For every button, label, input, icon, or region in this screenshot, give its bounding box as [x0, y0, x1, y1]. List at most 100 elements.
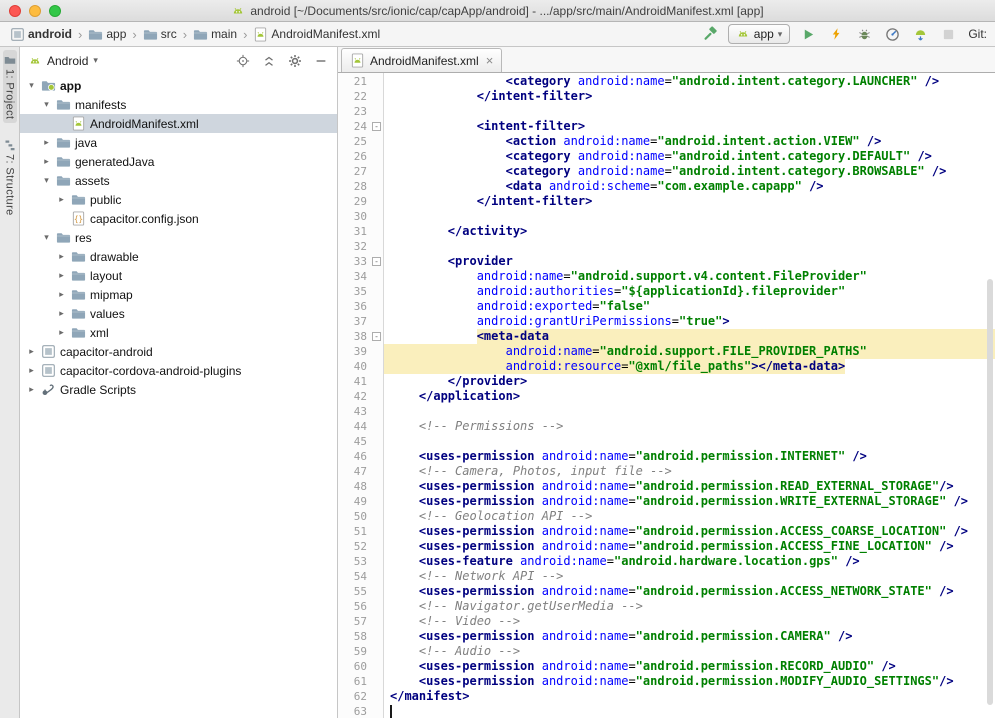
run-button[interactable]	[798, 24, 818, 44]
minimize-window-button[interactable]	[29, 5, 41, 17]
code-line-55[interactable]: <uses-permission android:name="android.p…	[384, 584, 995, 599]
tree-item-public[interactable]: ▸public	[20, 190, 337, 209]
expander-open-icon[interactable]: ▾	[41, 99, 52, 110]
expander-open-icon[interactable]: ▾	[26, 80, 37, 91]
stop-button[interactable]	[938, 24, 958, 44]
project-view-selector[interactable]: Android	[47, 54, 88, 68]
tree-item-res[interactable]: ▾res	[20, 228, 337, 247]
expander-closed-icon[interactable]: ▸	[56, 327, 67, 338]
code-line-58[interactable]: <uses-permission android:name="android.p…	[384, 629, 995, 644]
tree-item-values[interactable]: ▸values	[20, 304, 337, 323]
code-line-25[interactable]: <action android:name="android.intent.act…	[384, 134, 995, 149]
code-line-27[interactable]: <category android:name="android.intent.c…	[384, 164, 995, 179]
code-line-32[interactable]	[384, 239, 995, 254]
scrollbar-thumb[interactable]	[987, 279, 993, 705]
tree-item-mipmap[interactable]: ▸mipmap	[20, 285, 337, 304]
editor-tab-androidmanifest[interactable]: AndroidManifest.xml ×	[341, 48, 502, 72]
expander-closed-icon[interactable]: ▸	[41, 137, 52, 148]
code-line-57[interactable]: <!-- Video -->	[384, 614, 995, 629]
locate-file-button[interactable]	[235, 53, 251, 69]
editor-scrollbar[interactable]	[985, 73, 995, 718]
close-tab-icon[interactable]: ×	[486, 54, 494, 67]
tool-window-button-structure[interactable]: 7: Structure	[3, 135, 17, 220]
breadcrumb-src[interactable]: src	[141, 26, 179, 43]
code-line-30[interactable]	[384, 209, 995, 224]
debug-button[interactable]	[854, 24, 874, 44]
expander-closed-icon[interactable]: ▸	[56, 251, 67, 262]
zoom-window-button[interactable]	[49, 5, 61, 17]
code-line-24[interactable]: <intent-filter>	[384, 119, 995, 134]
code-line-23[interactable]	[384, 104, 995, 119]
code-line-45[interactable]	[384, 434, 995, 449]
code-line-60[interactable]: <uses-permission android:name="android.p…	[384, 659, 995, 674]
tree-item-xml[interactable]: ▸xml	[20, 323, 337, 342]
tree-item-app[interactable]: ▾app	[20, 76, 337, 95]
tree-item-drawable[interactable]: ▸drawable	[20, 247, 337, 266]
code-line-21[interactable]: <category android:name="android.intent.c…	[384, 74, 995, 89]
code-line-54[interactable]: <!-- Network API -->	[384, 569, 995, 584]
code-line-47[interactable]: <!-- Camera, Photos, input file -->	[384, 464, 995, 479]
tool-window-button-project[interactable]: 1: Project	[3, 50, 17, 123]
breadcrumb-androidmanifest-xml[interactable]: AndroidManifest.xml	[251, 26, 382, 43]
expander-closed-icon[interactable]: ▸	[56, 270, 67, 281]
tree-item-layout[interactable]: ▸layout	[20, 266, 337, 285]
code-line-36[interactable]: android:exported="false"	[384, 299, 995, 314]
expander-open-icon[interactable]: ▾	[41, 232, 52, 243]
close-window-button[interactable]	[9, 5, 21, 17]
code-line-63[interactable]	[384, 704, 995, 718]
code-line-33[interactable]: <provider	[384, 254, 995, 269]
tree-item-java[interactable]: ▸java	[20, 133, 337, 152]
code-line-28[interactable]: <data android:scheme="com.example.capapp…	[384, 179, 995, 194]
run-config-selector[interactable]: app▾	[728, 24, 791, 44]
expander-closed-icon[interactable]: ▸	[26, 365, 37, 376]
tree-item-gradle-scripts[interactable]: ▸Gradle Scripts	[20, 380, 337, 399]
collapse-all-button[interactable]	[261, 53, 277, 69]
code-line-52[interactable]: <uses-permission android:name="android.p…	[384, 539, 995, 554]
code-line-35[interactable]: android:authorities="${applicationId}.fi…	[384, 284, 995, 299]
chevron-down-icon[interactable]: ▾	[93, 55, 98, 66]
settings-button[interactable]	[287, 53, 303, 69]
expander-closed-icon[interactable]: ▸	[26, 346, 37, 357]
tree-item-androidmanifest-xml[interactable]: AndroidManifest.xml	[20, 114, 337, 133]
tree-item-capacitor-config-json[interactable]: {}capacitor.config.json	[20, 209, 337, 228]
profiler-button[interactable]	[882, 24, 902, 44]
apply-changes-button[interactable]	[826, 24, 846, 44]
expander-open-icon[interactable]: ▾	[41, 175, 52, 186]
tree-item-capacitor-cordova-android-plugins[interactable]: ▸capacitor-cordova-android-plugins	[20, 361, 337, 380]
tree-item-generatedjava[interactable]: ▸generatedJava	[20, 152, 337, 171]
attach-debugger-button[interactable]	[910, 24, 930, 44]
code-line-34[interactable]: android:name="android.support.v4.content…	[384, 269, 995, 284]
code-line-53[interactable]: <uses-feature android:name="android.hard…	[384, 554, 995, 569]
code-line-39[interactable]: android:name="android.support.FILE_PROVI…	[384, 344, 995, 359]
breadcrumb-main[interactable]: main	[191, 26, 239, 43]
code-line-44[interactable]: <!-- Permissions -->	[384, 419, 995, 434]
expander-closed-icon[interactable]: ▸	[26, 384, 37, 395]
fold-collapse-icon[interactable]: -	[372, 257, 381, 266]
code-line-43[interactable]	[384, 404, 995, 419]
expander-closed-icon[interactable]: ▸	[56, 289, 67, 300]
code-line-46[interactable]: <uses-permission android:name="android.p…	[384, 449, 995, 464]
code-line-22[interactable]: </intent-filter>	[384, 89, 995, 104]
git-widget[interactable]: Git:	[968, 27, 987, 41]
build-button[interactable]	[700, 24, 720, 44]
code-editor[interactable]: <category android:name="android.intent.c…	[384, 73, 995, 718]
code-line-29[interactable]: </intent-filter>	[384, 194, 995, 209]
hide-panel-button[interactable]	[313, 53, 329, 69]
code-line-51[interactable]: <uses-permission android:name="android.p…	[384, 524, 995, 539]
code-line-49[interactable]: <uses-permission android:name="android.p…	[384, 494, 995, 509]
expander-closed-icon[interactable]: ▸	[41, 156, 52, 167]
code-line-38[interactable]: <meta-data	[384, 329, 995, 344]
fold-collapse-icon[interactable]: -	[372, 122, 381, 131]
code-line-50[interactable]: <!-- Geolocation API -->	[384, 509, 995, 524]
code-line-41[interactable]: </provider>	[384, 374, 995, 389]
code-line-56[interactable]: <!-- Navigator.getUserMedia -->	[384, 599, 995, 614]
code-line-61[interactable]: <uses-permission android:name="android.p…	[384, 674, 995, 689]
code-line-59[interactable]: <!-- Audio -->	[384, 644, 995, 659]
breadcrumb-android[interactable]: android	[8, 26, 74, 43]
fold-collapse-icon[interactable]: -	[372, 332, 381, 341]
tree-item-capacitor-android[interactable]: ▸capacitor-android	[20, 342, 337, 361]
tree-item-assets[interactable]: ▾assets	[20, 171, 337, 190]
breadcrumb-app[interactable]: app	[86, 26, 128, 43]
code-line-62[interactable]: </manifest>	[384, 689, 995, 704]
expander-closed-icon[interactable]: ▸	[56, 194, 67, 205]
